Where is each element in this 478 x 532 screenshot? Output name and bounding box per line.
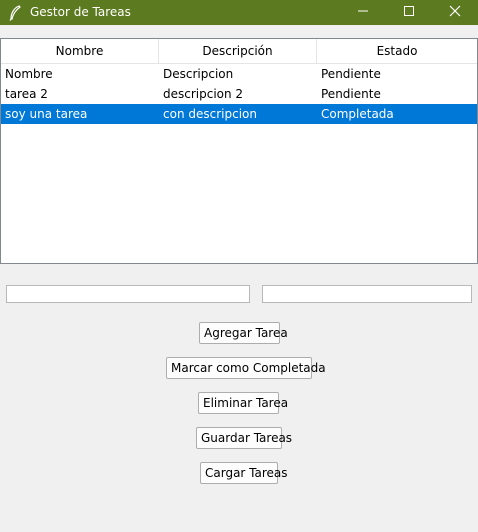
title-bar[interactable]: Gestor de Tareas bbox=[0, 0, 478, 25]
column-header-estado[interactable]: Estado bbox=[317, 39, 477, 63]
close-button[interactable] bbox=[432, 0, 478, 25]
task-description-field[interactable] bbox=[262, 285, 472, 303]
cell-nombre: soy una tarea bbox=[5, 107, 88, 121]
maximize-icon bbox=[403, 5, 415, 20]
column-header-descripcion[interactable]: Descripción bbox=[159, 39, 317, 63]
feather-icon bbox=[8, 5, 22, 21]
cell-descripcion: Descripcion bbox=[163, 67, 234, 81]
task-description-input[interactable] bbox=[263, 286, 471, 302]
minimize-icon bbox=[357, 5, 369, 20]
task-name-field[interactable] bbox=[6, 285, 250, 303]
table-row[interactable]: Nombre Descripcion Pendiente bbox=[1, 64, 477, 84]
task-name-input[interactable] bbox=[7, 286, 249, 302]
cell-estado: Pendiente bbox=[321, 87, 381, 101]
table-row[interactable]: tarea 2 descripcion 2 Pendiente bbox=[1, 84, 477, 104]
cell-nombre: Nombre bbox=[5, 67, 53, 81]
cell-estado: Completada bbox=[321, 107, 394, 121]
table-header: Nombre Descripción Estado bbox=[1, 39, 477, 64]
cell-estado: Pendiente bbox=[321, 67, 381, 81]
add-task-button[interactable]: Agregar Tarea bbox=[199, 322, 288, 344]
cell-descripcion: con descripcion bbox=[163, 107, 257, 121]
tasks-table[interactable]: Nombre Descripción Estado Nombre Descrip… bbox=[0, 38, 478, 264]
column-header-nombre[interactable]: Nombre bbox=[1, 39, 159, 63]
maximize-button[interactable] bbox=[386, 0, 432, 25]
window-title: Gestor de Tareas bbox=[30, 5, 131, 19]
cell-descripcion: descripcion 2 bbox=[163, 87, 244, 101]
cell-nombre: tarea 2 bbox=[5, 87, 48, 101]
close-icon bbox=[449, 5, 461, 20]
delete-task-button[interactable]: Eliminar Tarea bbox=[198, 392, 288, 414]
table-row-selected[interactable]: soy una tarea con descripcion Completada bbox=[1, 104, 477, 124]
load-tasks-button[interactable]: Cargar Tareas bbox=[200, 462, 288, 484]
minimize-button[interactable] bbox=[340, 0, 386, 25]
mark-complete-button[interactable]: Marcar como Completada bbox=[166, 357, 326, 379]
save-tasks-button[interactable]: Guardar Tareas bbox=[196, 427, 292, 449]
